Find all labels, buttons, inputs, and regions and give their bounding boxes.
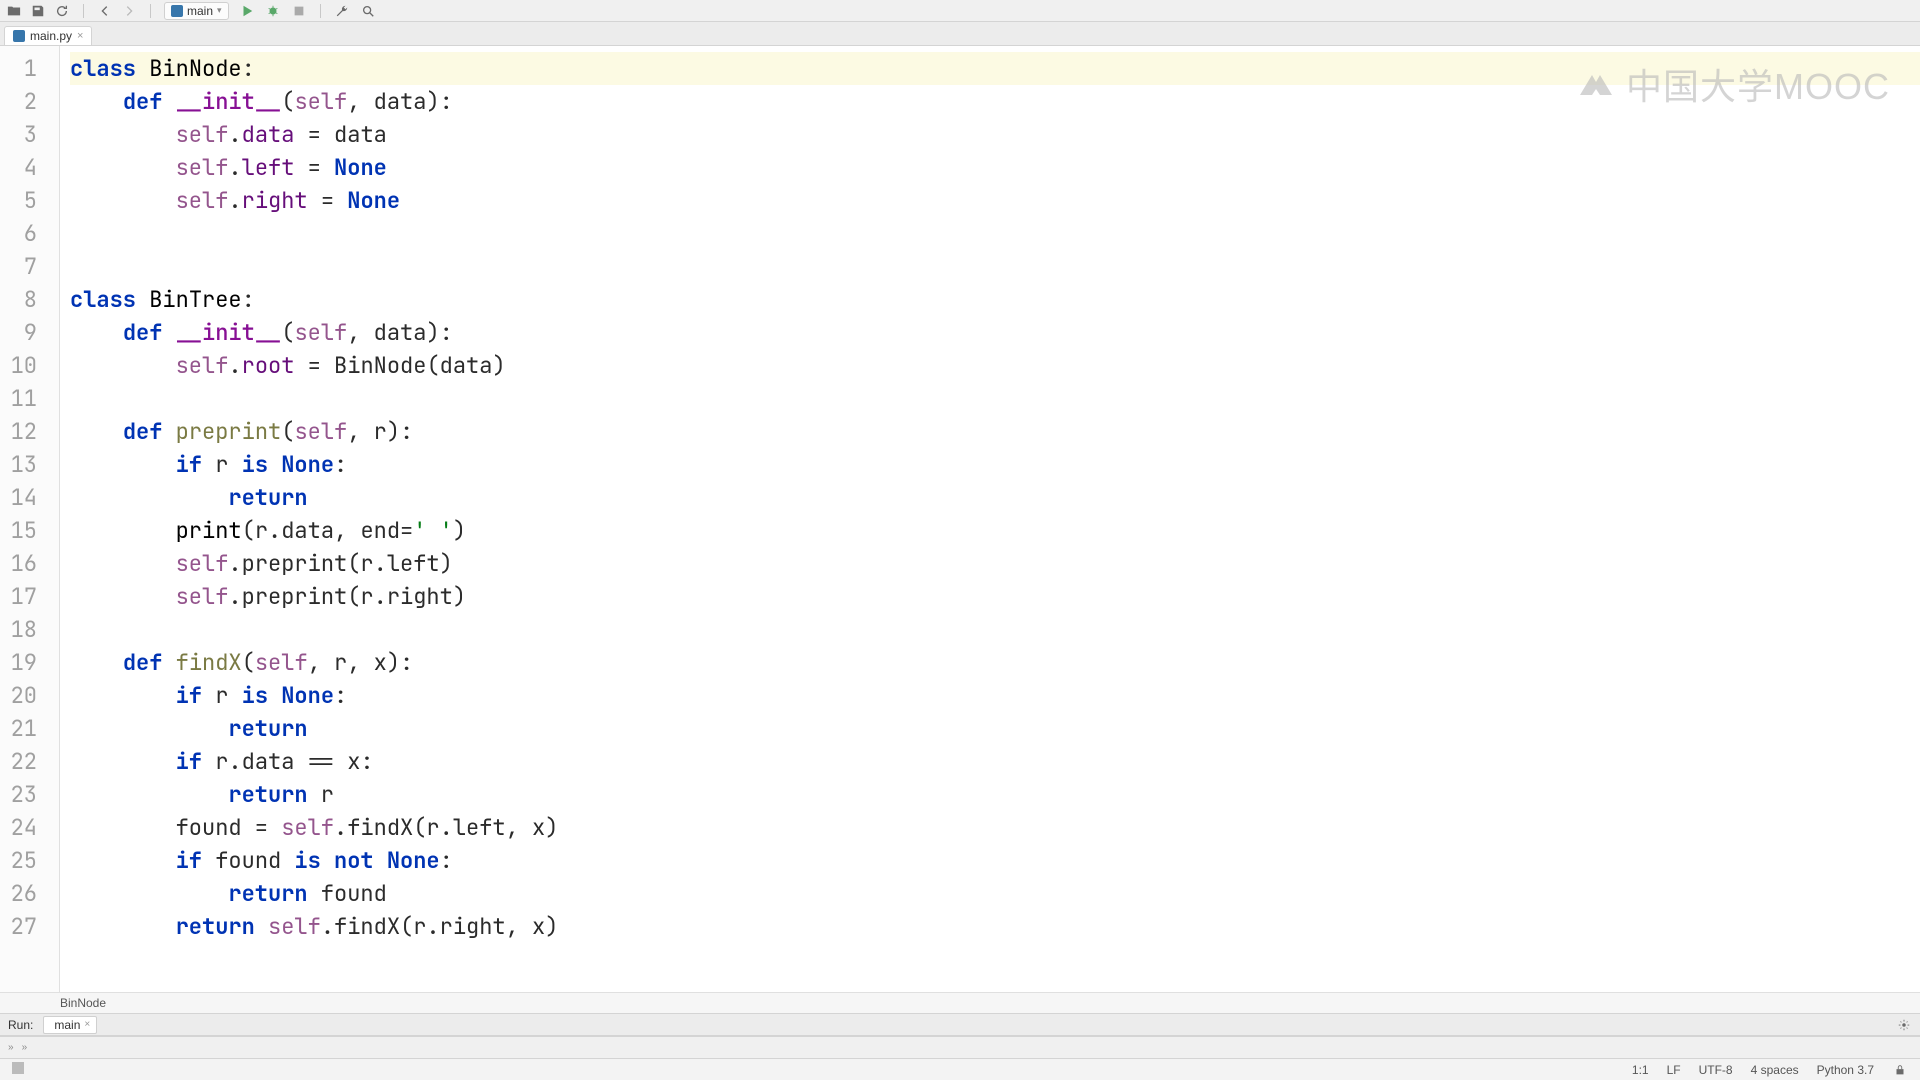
line-number: 12: [0, 415, 37, 448]
run-config-label: main: [187, 4, 213, 18]
code-line: [70, 382, 1920, 415]
line-ending[interactable]: LF: [1667, 1063, 1681, 1077]
line-number: 5: [0, 184, 37, 217]
code-line: def __init__(self, data):: [70, 85, 1920, 118]
line-number: 8: [0, 283, 37, 316]
line-number: 6: [0, 217, 37, 250]
run-tab-main[interactable]: main ×: [43, 1016, 97, 1034]
run-tool-window-header: Run: main ×: [0, 1014, 1920, 1036]
code-line: self.left = None: [70, 151, 1920, 184]
run-label: Run:: [8, 1018, 33, 1032]
close-icon[interactable]: ×: [77, 30, 83, 42]
line-number: 19: [0, 646, 37, 679]
code-line: [70, 217, 1920, 250]
line-number: 1: [0, 52, 37, 85]
line-number: 22: [0, 745, 37, 778]
search-icon[interactable]: [360, 3, 376, 19]
python-file-icon: [13, 30, 25, 42]
line-number: 21: [0, 712, 37, 745]
code-line: return: [70, 712, 1920, 745]
line-number: 27: [0, 910, 37, 943]
code-line: self.preprint(r.right): [70, 580, 1920, 613]
breadcrumb[interactable]: BinNode: [0, 992, 1920, 1014]
line-number: 26: [0, 877, 37, 910]
code-line: if r is None:: [70, 448, 1920, 481]
gutter: 1234567891011121314151617181920212223242…: [0, 46, 60, 992]
line-number: 11: [0, 382, 37, 415]
code-line: return: [70, 481, 1920, 514]
code-line: def findX(self, r, x):: [70, 646, 1920, 679]
code-line: class BinNode:: [70, 52, 1920, 85]
nav-forward-icon[interactable]: [121, 3, 137, 19]
close-icon[interactable]: ×: [84, 1019, 90, 1030]
line-number: 24: [0, 811, 37, 844]
python-icon: [171, 5, 183, 17]
interpreter[interactable]: Python 3.7: [1817, 1063, 1874, 1077]
status-widget[interactable]: [12, 1062, 24, 1077]
run-configuration-selector[interactable]: main ▾: [164, 2, 229, 20]
bottom-collapse-strip: » »: [0, 1036, 1920, 1058]
gear-icon[interactable]: [1896, 1017, 1912, 1033]
nav-back-icon[interactable]: [97, 3, 113, 19]
line-number: 4: [0, 151, 37, 184]
code-line: self.right = None: [70, 184, 1920, 217]
code-area[interactable]: class BinNode: def __init__(self, data):…: [60, 46, 1920, 992]
run-icon[interactable]: [239, 3, 255, 19]
line-number: 15: [0, 514, 37, 547]
reload-icon[interactable]: [54, 3, 70, 19]
file-tab-main[interactable]: main.py ×: [4, 26, 92, 45]
line-number: 25: [0, 844, 37, 877]
open-icon[interactable]: [6, 3, 22, 19]
editor[interactable]: 1234567891011121314151617181920212223242…: [0, 46, 1920, 992]
code-line: return r: [70, 778, 1920, 811]
code-line: self.root = BinNode(data): [70, 349, 1920, 382]
line-number: 9: [0, 316, 37, 349]
file-tab-label: main.py: [30, 29, 72, 43]
lock-icon[interactable]: [1892, 1062, 1908, 1078]
code-line: self.preprint(r.left): [70, 547, 1920, 580]
line-number: 13: [0, 448, 37, 481]
line-number: 20: [0, 679, 37, 712]
code-line: if r is None:: [70, 679, 1920, 712]
code-line: [70, 250, 1920, 283]
code-line: found = self.findX(r.left, x): [70, 811, 1920, 844]
code-line: print(r.data, end=' '): [70, 514, 1920, 547]
debug-icon[interactable]: [265, 3, 281, 19]
stop-icon[interactable]: [291, 3, 307, 19]
file-tab-bar: main.py ×: [0, 22, 1920, 46]
cursor-position[interactable]: 1:1: [1632, 1063, 1649, 1077]
indent-setting[interactable]: 4 spaces: [1751, 1063, 1799, 1077]
code-line: if r.data == x:: [70, 745, 1920, 778]
chevron-right-icon[interactable]: »: [22, 1042, 28, 1053]
line-number: 2: [0, 85, 37, 118]
save-icon[interactable]: [30, 3, 46, 19]
main-toolbar: main ▾: [0, 0, 1920, 22]
line-number: 17: [0, 580, 37, 613]
code-line: return found: [70, 877, 1920, 910]
code-line: [70, 613, 1920, 646]
line-number: 18: [0, 613, 37, 646]
code-line: self.data = data: [70, 118, 1920, 151]
code-line: def __init__(self, data):: [70, 316, 1920, 349]
line-number: 23: [0, 778, 37, 811]
file-encoding[interactable]: UTF-8: [1699, 1063, 1733, 1077]
chevron-down-icon: ▾: [217, 5, 222, 16]
chevron-right-icon[interactable]: »: [8, 1042, 14, 1053]
line-number: 7: [0, 250, 37, 283]
wrench-icon[interactable]: [334, 3, 350, 19]
status-bar: 1:1 LF UTF-8 4 spaces Python 3.7: [0, 1058, 1920, 1080]
line-number: 14: [0, 481, 37, 514]
line-number: 16: [0, 547, 37, 580]
line-number: 3: [0, 118, 37, 151]
code-line: if found is not None:: [70, 844, 1920, 877]
line-number: 10: [0, 349, 37, 382]
code-line: class BinTree:: [70, 283, 1920, 316]
code-line: return self.findX(r.right, x): [70, 910, 1920, 943]
code-line: def preprint(self, r):: [70, 415, 1920, 448]
